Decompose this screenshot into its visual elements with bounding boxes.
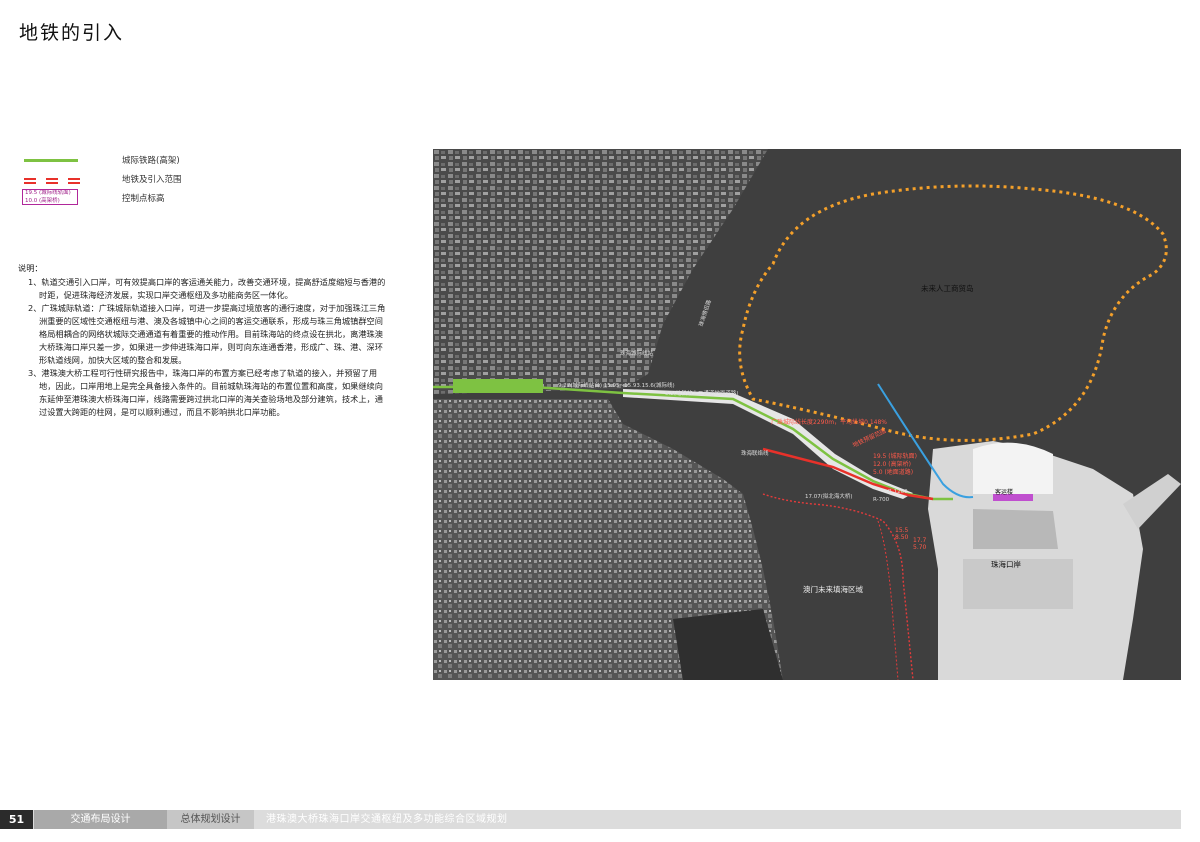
note-item: 1、轨道交通引入口岸，可有效提高口岸的客运通关能力，改善交通环境，提高舒适度缩短… [28, 277, 386, 300]
legend-item-intercity: 城际铁路(高架) [22, 152, 322, 171]
intercity-station [453, 379, 543, 393]
elevation-label: 5.0 (地面道路) [873, 469, 914, 476]
subsection-tab[interactable]: 总体规划设计 [167, 810, 254, 829]
legend-item-metro: 地铁及引入范围 [22, 171, 322, 190]
legend: 城际铁路(高架) 地铁及引入范围 19.5 (城际线轨面) 10.0 (高架桥)… [22, 152, 322, 209]
elevation-sample-line: 19.5 (城际线轨面) [25, 190, 71, 196]
elevation-label: 8.50 [895, 534, 909, 541]
aerial-map[interactable]: 未来人工商贸岛 澳门未来填海区域 珠海口岸 珠海情侣路 珠海城际线站 9.27(… [433, 149, 1181, 680]
red-dash-swatch [22, 171, 80, 187]
page-number: 51 [0, 810, 33, 829]
elevation-label: 9.27(城际线站台) 15.95~15.93.15.6(城际线) [558, 383, 675, 389]
elevation-label: 15.5 [895, 527, 909, 534]
elevation-sample-line: 10.0 (高架桥) [25, 197, 60, 204]
slope-label: R-700 [873, 497, 890, 503]
green-line-swatch [22, 152, 80, 168]
slope-label: R-1200 [888, 489, 908, 495]
elevation-label: 5.70 [913, 544, 927, 551]
connection-line-label: 珠海联络线 [741, 451, 769, 457]
project-title: 港珠澳大桥珠海口岸交通枢纽及多功能综合区域规划 [266, 814, 508, 825]
legend-label: 控制点标高 [122, 194, 165, 204]
legend-label: 地铁及引入范围 [122, 175, 182, 185]
footer: 51 交通布局设计 总体规划设计 港珠澳大桥珠海口岸交通枢纽及多功能综合区域规划 [0, 810, 1181, 829]
page-title: 地铁的引入 [19, 22, 125, 44]
note-item: 3、港珠澳大桥工程可行性研究报告中，珠海口岸的布置方案已经考虑了轨道的接入，并预… [28, 368, 383, 417]
elevation-label: 17.7 [913, 537, 927, 544]
elevation-label: 17.07(拟北海大桥) [805, 494, 853, 500]
notes-heading: 说明： [18, 263, 43, 273]
section-tab[interactable]: 交通布局设计 [34, 810, 167, 829]
note-item: 2、广珠城际轨道：广珠城际轨道接入口岸，可进一步提高过境旅客的通行速度，对于加强… [28, 303, 386, 365]
elevation-label: 5.5(地铁站上二通道地面道路) [665, 391, 739, 397]
notes: 说明： 1、轨道交通引入口岸，可有效提高口岸的客运通关能力，改善交通环境，提高舒… [18, 262, 390, 419]
station-label: 珠海城际线站 [620, 351, 654, 357]
legend-label: 城际铁路(高架) [122, 156, 180, 166]
elevation-sample-box: 19.5 (城际线轨面) 10.0 (高架桥) [22, 189, 80, 206]
legend-item-elevation: 19.5 (城际线轨面) 10.0 (高架桥) 控制点标高 [22, 189, 322, 209]
artificial-island-label: 未来人工商贸岛 [921, 284, 974, 293]
line-length-label: 广珠城际线长度2290m，平均纵坡0.148% [771, 419, 887, 426]
map-drawing [433, 149, 1181, 680]
macau-reclaim-label: 澳门未来填海区域 [803, 585, 863, 594]
port-building-label: 客运楼 [995, 489, 1014, 496]
zhuhai-port-label: 珠海口岸 [991, 560, 1021, 569]
